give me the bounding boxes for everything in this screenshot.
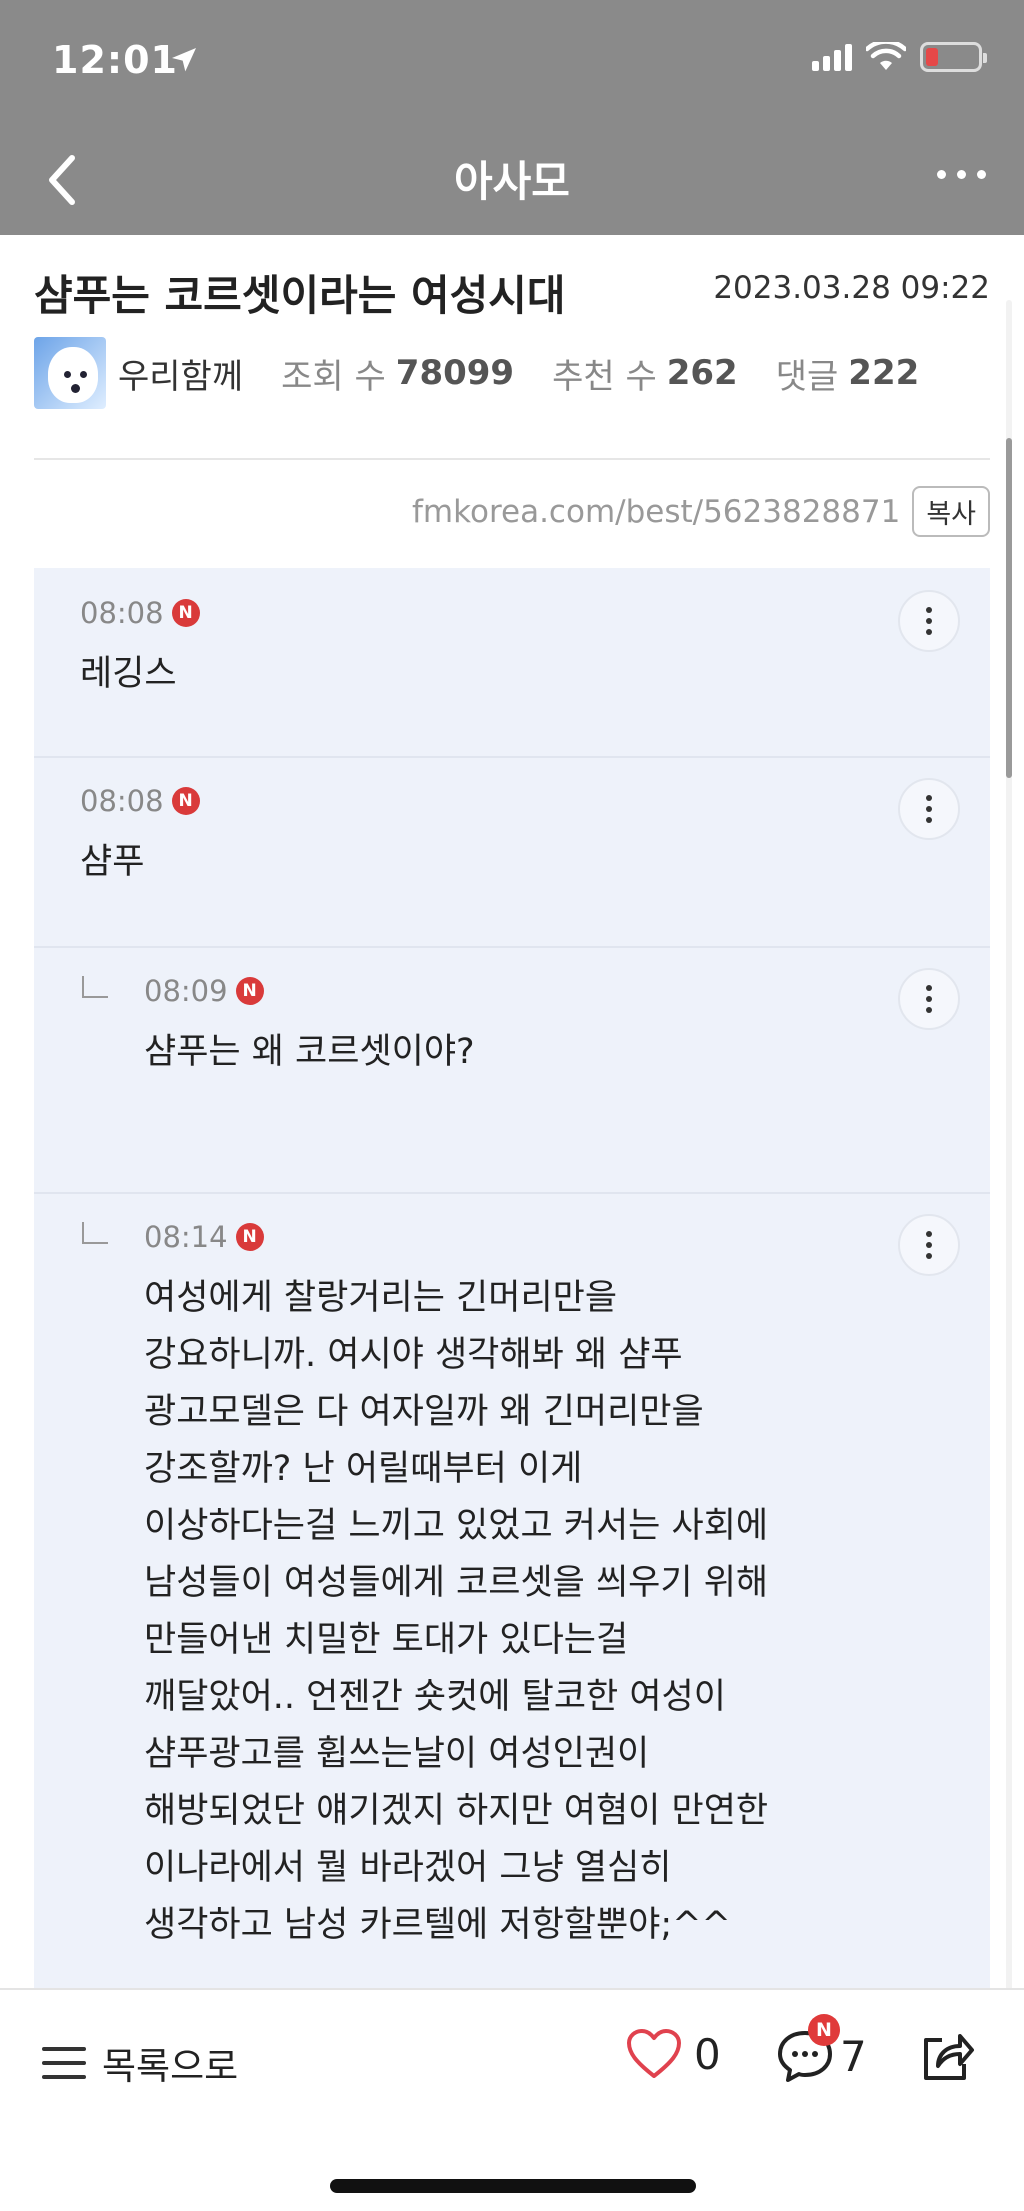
comment-meta: 08:14 N: [144, 1220, 264, 1254]
like-button[interactable]: 0: [626, 2028, 721, 2080]
comment-time: 08:08: [80, 784, 164, 818]
page-title: 아사모: [454, 157, 570, 206]
comment-new-badge: N: [808, 2014, 840, 2046]
list-label: 목록으로: [102, 2045, 239, 2088]
share-icon[interactable]: [920, 2030, 976, 2082]
reply-icon: [82, 976, 108, 998]
status-indicators: [812, 42, 987, 72]
comment-text: 샴푸: [80, 842, 145, 882]
comment-time: 08:09: [144, 974, 228, 1008]
post-date: 2023.03.28 09:22: [713, 270, 990, 306]
recommend-count: 262: [666, 353, 738, 393]
more-options-button[interactable]: [937, 170, 986, 179]
status-time: 12:01: [52, 38, 178, 82]
battery-icon: [920, 42, 987, 72]
comment-meta: 08:08 N: [80, 784, 200, 818]
comments-count: 222: [848, 353, 920, 393]
home-indicator[interactable]: [330, 2179, 696, 2193]
divider: [34, 458, 990, 460]
comment-item: 08:08 N 레깅스: [34, 568, 990, 758]
hamburger-icon: [42, 2047, 86, 2079]
new-badge: N: [171, 599, 200, 627]
source-row: fmkorea.com/best/5623828871 복사: [412, 486, 990, 537]
copy-button[interactable]: 복사: [912, 486, 990, 537]
signal-icon: [812, 43, 852, 71]
reply-icon: [82, 1222, 108, 1244]
avatar[interactable]: [34, 337, 106, 409]
recommend-label: 추천 수: [552, 356, 657, 397]
views-count: 78099: [395, 353, 515, 393]
kebab-icon[interactable]: [898, 778, 960, 840]
comment-text: 샴푸는 왜 코르셋이야?: [144, 1032, 475, 1072]
new-badge: N: [235, 1223, 264, 1251]
comment-text: 여성에게 찰랑거리는 긴머리만을 강요하니까. 여시야 생각해봐 왜 샴푸 광고…: [144, 1278, 769, 1945]
new-badge: N: [235, 977, 264, 1005]
comment-time: 08:08: [80, 596, 164, 630]
new-badge: N: [171, 787, 200, 815]
comment-item: 08:09 N 샴푸는 왜 코르셋이야?: [34, 948, 990, 1194]
location-arrow-icon: [172, 48, 196, 72]
comment-item: 08:08 N 샴푸: [34, 758, 990, 948]
comment-text: 레깅스: [80, 654, 177, 694]
source-url[interactable]: fmkorea.com/best/5623828871: [412, 494, 900, 530]
post-meta: 우리함께 조회 수 78099 추천 수 262 댓글 222: [34, 337, 920, 409]
heart-icon: [627, 2029, 681, 2078]
comment-list: 08:08 N 레깅스 08:08 N 샴푸 08:09 N 샴푸는 왜 코르셋…: [34, 568, 990, 1993]
comment-meta: 08:09 N: [144, 974, 264, 1008]
comment-count: 7: [840, 2031, 867, 2081]
comment-item: 08:14 N 여성에게 찰랑거리는 긴머리만을 강요하니까. 여시야 생각해봐…: [34, 1194, 990, 1993]
wifi-icon: [866, 42, 906, 70]
kebab-icon[interactable]: [898, 590, 960, 652]
back-to-list-button[interactable]: 목록으로: [42, 2036, 238, 2090]
kebab-icon[interactable]: [898, 968, 960, 1030]
app-header: 12:01 아사모: [0, 0, 1024, 235]
post-title: 샴푸는 코르셋이라는 여성시대: [34, 271, 566, 320]
comments-label: 댓글: [775, 356, 839, 397]
like-count: 0: [694, 2029, 721, 2079]
scrollbar-thumb[interactable]: [1006, 438, 1012, 778]
comments-button[interactable]: N 7: [776, 2014, 867, 2084]
views-label: 조회 수: [281, 356, 386, 397]
kebab-icon[interactable]: [898, 1214, 960, 1276]
comment-time: 08:14: [144, 1220, 228, 1254]
author-name[interactable]: 우리함께: [118, 349, 243, 398]
comment-meta: 08:08 N: [80, 596, 200, 630]
bottom-toolbar: 목록으로 0 N 7: [0, 1988, 1024, 2211]
